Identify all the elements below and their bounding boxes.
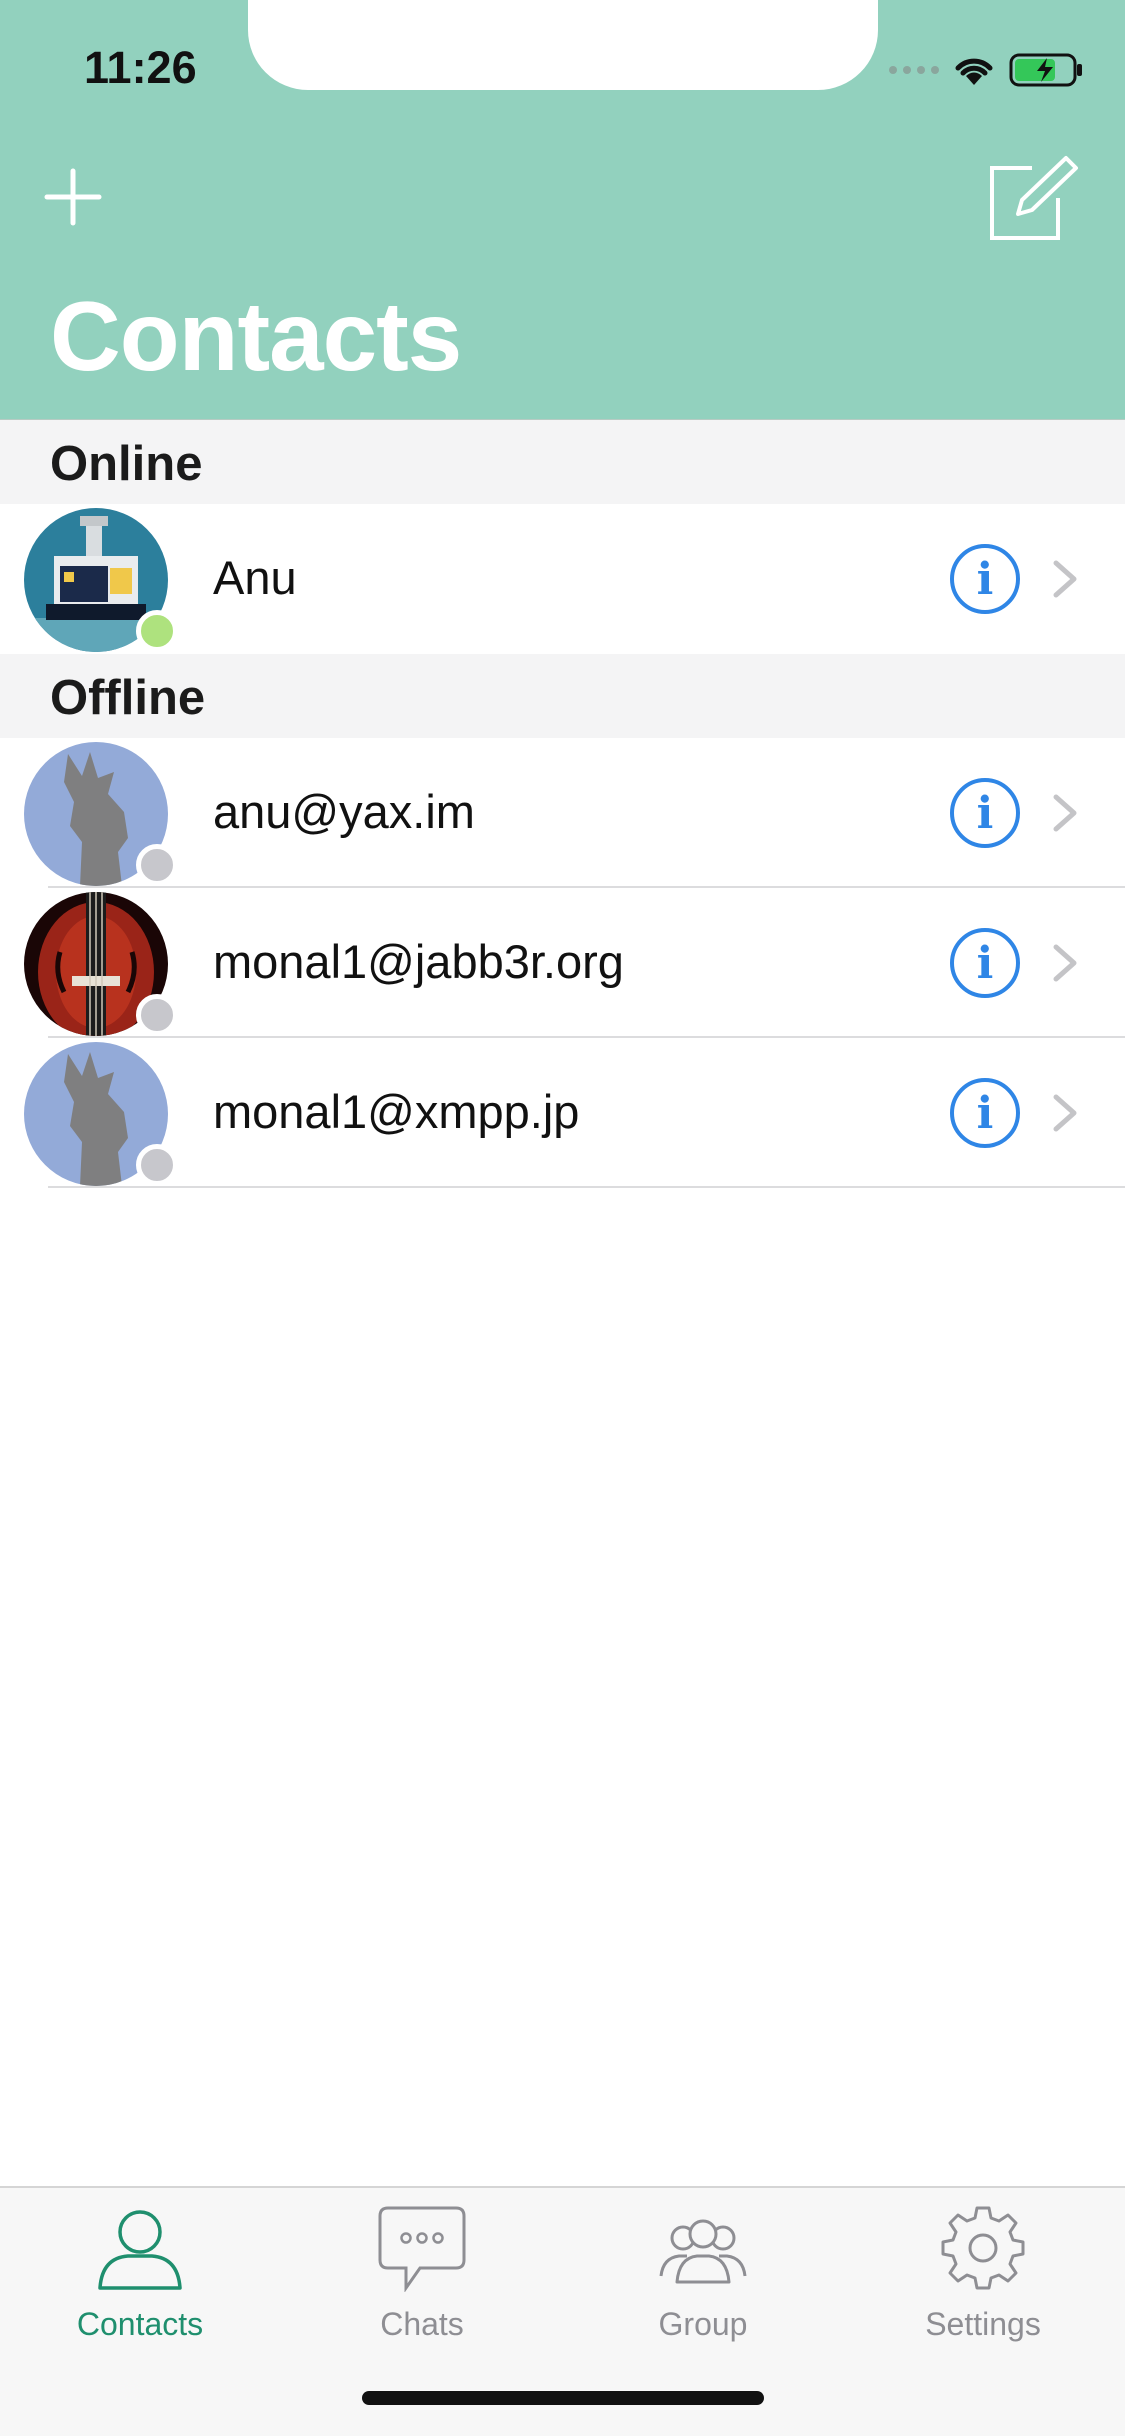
tab-group[interactable]: Group xyxy=(603,2204,803,2354)
tab-label: Group xyxy=(658,2306,748,2342)
navigation-header: 11:26 Contacts xyxy=(0,0,1125,420)
battery-icon xyxy=(1009,53,1082,87)
info-button[interactable]: i xyxy=(950,544,1020,614)
contact-name: monal1@jabb3r.org xyxy=(213,935,624,988)
info-button[interactable]: i xyxy=(950,928,1020,998)
row-separator xyxy=(48,1186,1125,1188)
section-header-offline: Offline xyxy=(0,654,1125,738)
contact-name: anu@yax.im xyxy=(213,785,475,838)
wifi-icon xyxy=(955,58,993,85)
person-icon xyxy=(98,2210,182,2290)
group-icon xyxy=(659,2219,747,2284)
chevron-right-icon xyxy=(1053,794,1077,832)
contact-name: monal1@xmpp.jp xyxy=(213,1085,580,1138)
tab-label: Chats xyxy=(380,2306,464,2342)
online-status-indicator xyxy=(136,610,178,652)
page-title: Contacts xyxy=(50,281,462,391)
tab-settings[interactable]: Settings xyxy=(883,2204,1083,2354)
plus-icon xyxy=(44,168,102,226)
contact-row[interactable]: monal1@jabb3r.org i xyxy=(0,888,1125,1038)
contact-row[interactable]: monal1@xmpp.jp i xyxy=(0,1038,1125,1188)
contact-name: Anu xyxy=(213,551,297,604)
tab-label: Settings xyxy=(925,2306,1041,2342)
status-time: 11:26 xyxy=(84,42,197,93)
chevron-right-icon xyxy=(1053,944,1077,982)
home-indicator[interactable] xyxy=(362,2391,764,2405)
section-header-online: Online xyxy=(0,420,1125,504)
tab-label: Contacts xyxy=(76,2306,204,2342)
compose-button[interactable] xyxy=(988,154,1080,242)
tab-contacts[interactable]: Contacts xyxy=(40,2204,240,2354)
info-button[interactable]: i xyxy=(950,778,1020,848)
device-notch xyxy=(248,0,878,90)
offline-status-indicator xyxy=(136,1144,178,1186)
info-button[interactable]: i xyxy=(950,1078,1020,1148)
info-icon: i xyxy=(976,553,994,605)
offline-status-indicator xyxy=(136,844,178,886)
add-contact-button[interactable] xyxy=(44,168,102,226)
info-icon: i xyxy=(976,1087,994,1139)
contact-row[interactable]: Anu i xyxy=(0,504,1125,654)
status-icons xyxy=(889,48,1083,92)
info-icon: i xyxy=(976,787,994,839)
contacts-screen: 11:26 Contacts Online Anu i Offline anu@… xyxy=(0,0,1125,2436)
gear-icon xyxy=(941,2206,1025,2290)
chevron-right-icon xyxy=(1053,560,1077,598)
tab-chats[interactable]: Chats xyxy=(322,2204,522,2354)
contact-row[interactable]: anu@yax.im i xyxy=(0,738,1125,888)
info-icon: i xyxy=(976,937,994,989)
chevron-right-icon xyxy=(1053,1094,1077,1132)
offline-status-indicator xyxy=(136,994,178,1036)
chat-bubble-icon xyxy=(378,2206,466,2292)
cellular-signal-icon xyxy=(889,66,939,74)
compose-icon xyxy=(990,156,1078,240)
